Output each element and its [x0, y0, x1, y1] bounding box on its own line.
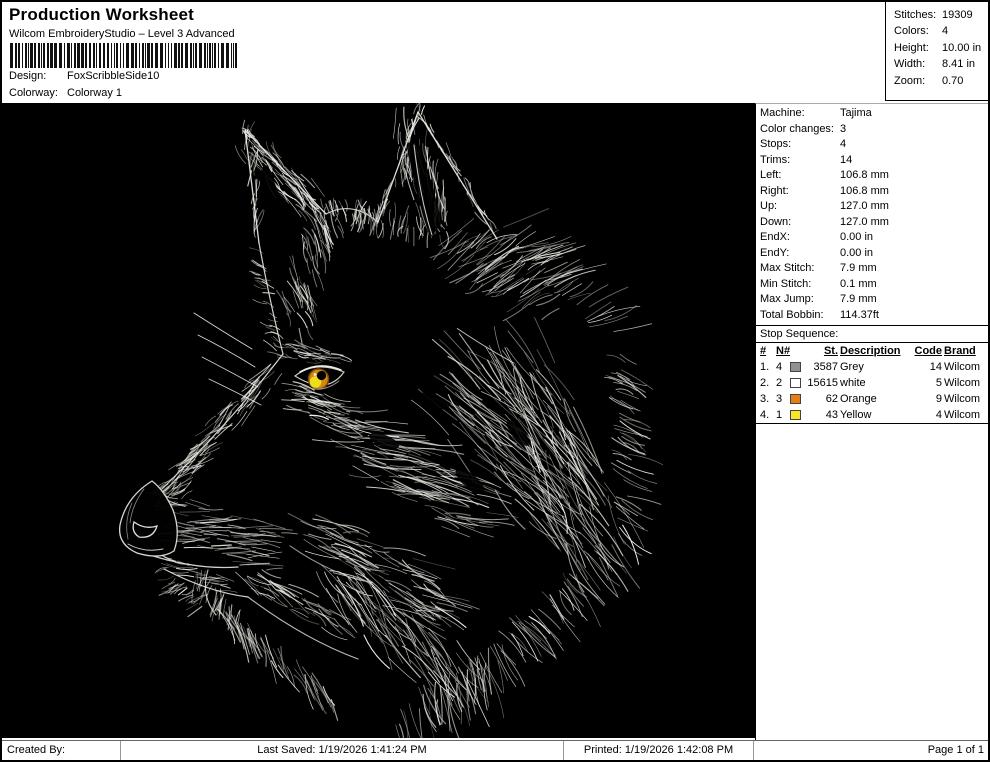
design-label: Design: [9, 70, 67, 82]
machine-info-row: Max Jump:7.9 mm [756, 292, 988, 308]
design-value: FoxScribbleSide10 [67, 70, 159, 82]
machine-info-panel: Machine:Tajima Color changes:3 Stops:4 T… [755, 103, 988, 740]
machine-info-row: EndY:0.00 in [756, 246, 988, 262]
machine-info-row: Trims:14 [756, 153, 988, 169]
machine-info-row: Down:127.0 mm [756, 215, 988, 231]
summary-row: Colors:4 [894, 23, 988, 39]
summary-label: Colors: [894, 23, 942, 39]
stop-sequence-row: 3.3 62Orange 9Wilcom [756, 391, 988, 407]
summary-value: 8.41 in [942, 56, 975, 72]
machine-info-row: Total Bobbin:114.37ft [756, 308, 988, 324]
footer-page-number: Page 1 of 1 [753, 741, 988, 760]
thread-swatch [790, 394, 801, 404]
divider [756, 423, 988, 424]
machine-info-row: Right:106.8 mm [756, 184, 988, 200]
stop-sequence-header: # N# St. Description Code Brand [756, 343, 988, 359]
colorway-row: Colorway:Colorway 1 [9, 87, 122, 99]
machine-info-row: Machine:Tajima [756, 106, 988, 122]
summary-row: Height:10.00 in [894, 40, 988, 56]
thread-swatch [790, 378, 801, 388]
summary-row: Stitches:19309 [894, 7, 988, 23]
wolf-design-preview [2, 103, 755, 738]
footer-created-by: Created By: [2, 741, 120, 760]
stop-sequence-row: 4.1 43Yellow 4Wilcom [756, 407, 988, 423]
stop-sequence-row: 1.4 3587Grey 14Wilcom [756, 359, 988, 375]
barcode [9, 43, 243, 69]
machine-info-row: Up:127.0 mm [756, 199, 988, 215]
machine-info-row: Color changes:3 [756, 122, 988, 138]
machine-info-row: Stops:4 [756, 137, 988, 153]
summary-value: 10.00 in [942, 40, 981, 56]
page-title: Production Worksheet [9, 5, 194, 25]
machine-info-row: Max Stitch:7.9 mm [756, 261, 988, 277]
design-summary-box: Stitches:19309 Colors:4 Height:10.00 in … [885, 2, 988, 101]
footer-printed: Printed: 1/19/2026 1:42:08 PM [563, 741, 753, 760]
summary-value: 0.70 [942, 73, 963, 89]
design-canvas [2, 103, 755, 738]
colorway-value: Colorway 1 [67, 87, 122, 99]
summary-value: 4 [942, 23, 948, 39]
summary-row: Zoom:0.70 [894, 73, 988, 89]
summary-row: Width:8.41 in [894, 56, 988, 72]
summary-label: Stitches: [894, 7, 942, 23]
stop-sequence-row: 2.2 15615white 5Wilcom [756, 375, 988, 391]
production-worksheet-page: Production Worksheet Wilcom EmbroiderySt… [0, 0, 990, 762]
stop-sequence-title: Stop Sequence: [756, 326, 988, 343]
app-subtitle: Wilcom EmbroideryStudio – Level 3 Advanc… [9, 28, 235, 40]
machine-info-row: Left:106.8 mm [756, 168, 988, 184]
thread-swatch [790, 410, 801, 420]
summary-value: 19309 [942, 7, 973, 23]
thread-swatch [790, 362, 801, 372]
summary-label: Width: [894, 56, 942, 72]
colorway-label: Colorway: [9, 87, 67, 99]
summary-label: Zoom: [894, 73, 942, 89]
machine-info-row: Min Stitch:0.1 mm [756, 277, 988, 293]
footer-last-saved: Last Saved: 1/19/2026 1:41:24 PM [120, 741, 563, 760]
footer-bar: Created By: Last Saved: 1/19/2026 1:41:2… [2, 740, 988, 760]
summary-label: Height: [894, 40, 942, 56]
design-name-row: Design:FoxScribbleSide10 [9, 70, 159, 82]
machine-info-row: EndX:0.00 in [756, 230, 988, 246]
